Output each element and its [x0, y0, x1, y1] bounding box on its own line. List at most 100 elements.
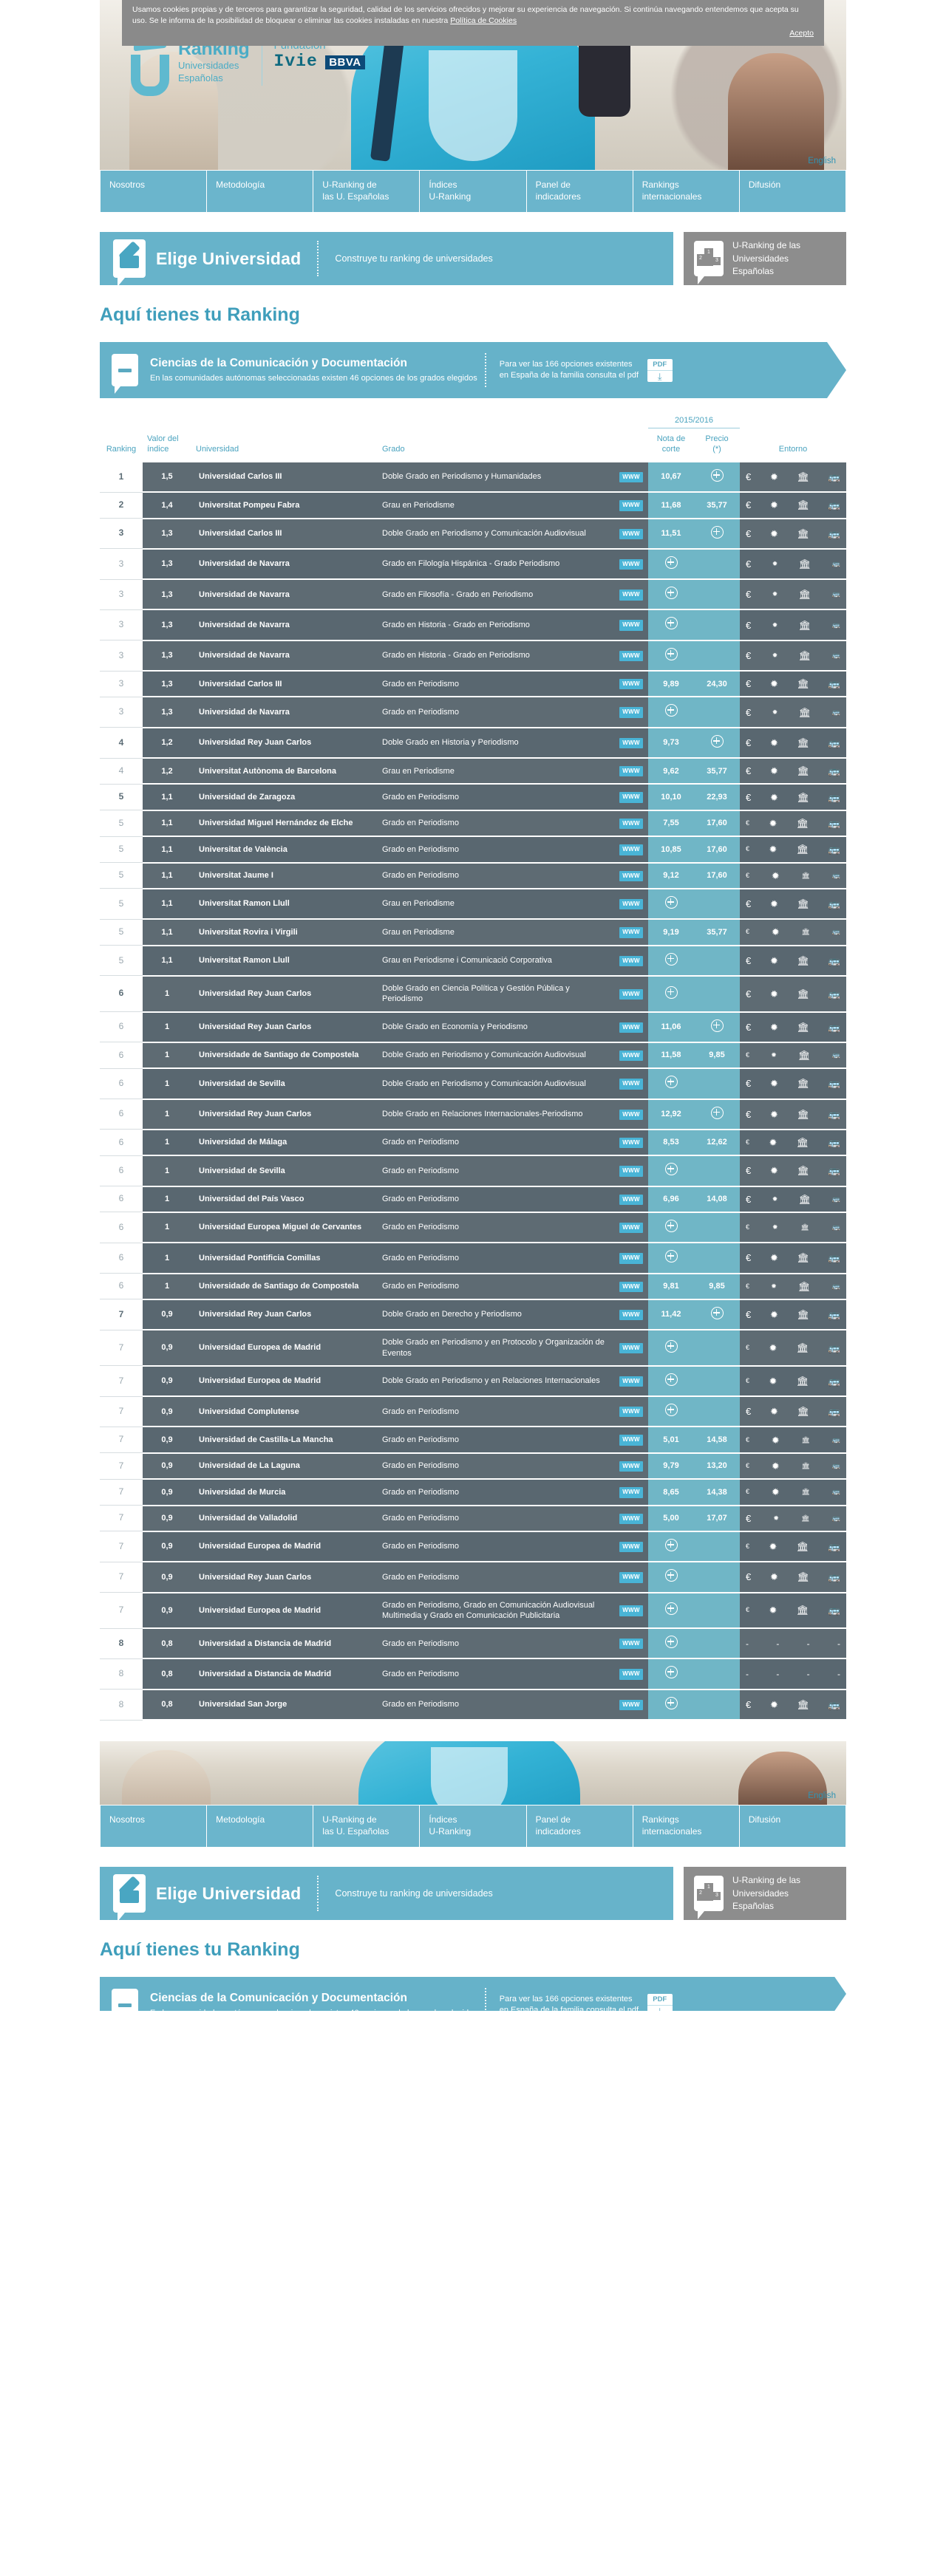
table-row[interactable]: 3 1,3 Universidad Carlos III Grado en Perio… — [100, 671, 846, 698]
collapse-minus-icon[interactable] — [112, 354, 138, 394]
expand-plus-icon[interactable] — [664, 587, 678, 600]
www-link-badge[interactable]: WWW — [619, 650, 643, 662]
table-row[interactable]: 6 1 Universidad de Málaga Grado en Periodis… — [100, 1129, 846, 1157]
cell-web-link[interactable]: WWW — [614, 1689, 648, 1721]
cell-web-link[interactable]: WWW — [614, 1042, 648, 1070]
www-link-badge[interactable]: WWW — [619, 1194, 643, 1205]
expand-plus-icon[interactable] — [664, 1339, 678, 1353]
expand-plus-icon[interactable] — [664, 1538, 678, 1551]
expand-plus-icon[interactable] — [664, 1636, 678, 1649]
table-row[interactable]: 5 1,1 Universitat Ramon Llull Grau en Perio… — [100, 888, 846, 920]
cell-nota-corte[interactable] — [648, 548, 694, 581]
cell-web-link[interactable]: WWW — [614, 888, 648, 920]
www-link-badge[interactable]: WWW — [619, 1407, 643, 1418]
expand-plus-icon[interactable] — [664, 647, 678, 660]
cell-nota-corte[interactable] — [648, 640, 694, 672]
table-row[interactable]: 6 1 Universidad Europea Miguel de Cervante… — [100, 1212, 846, 1244]
nav-item-u-ranking[interactable]: U-Ranking de las U. Españolas — [313, 171, 421, 213]
cell-web-link[interactable]: WWW — [614, 784, 648, 811]
cell-web-link[interactable]: WWW — [614, 919, 648, 946]
www-link-badge[interactable]: WWW — [619, 1699, 643, 1711]
cell-web-link[interactable]: WWW — [614, 548, 648, 581]
cell-precio[interactable] — [694, 1011, 740, 1043]
cell-nota-corte[interactable] — [648, 609, 694, 641]
cell-precio[interactable] — [694, 518, 740, 550]
cell-web-link[interactable]: WWW — [614, 1396, 648, 1428]
cell-nota-corte[interactable] — [648, 975, 694, 1013]
cell-nota-corte[interactable] — [648, 1068, 694, 1100]
cell-web-link[interactable]: WWW — [614, 1212, 648, 1244]
expand-plus-icon[interactable] — [664, 1666, 678, 1679]
cell-web-link[interactable]: WWW — [614, 1658, 648, 1690]
www-link-badge[interactable]: WWW — [619, 1513, 643, 1524]
cell-web-link[interactable]: WWW — [614, 462, 648, 493]
nav-item-nosotros[interactable]: Nosotros — [101, 171, 208, 213]
www-link-badge[interactable]: WWW — [619, 1079, 643, 1090]
table-row[interactable]: 6 1 Universidad Rey Juan Carlos Doble Grado… — [100, 1011, 846, 1043]
cell-web-link[interactable]: WWW — [614, 727, 648, 759]
table-row[interactable]: 7 0,9 Universidad Rey Juan Carlos Doble Gra… — [100, 1299, 846, 1331]
nav-item-panel[interactable]: Panel de indicadores — [527, 171, 633, 213]
table-row[interactable]: 3 1,3 Universidad de Navarra Grado en Perio… — [100, 697, 846, 728]
table-row[interactable]: 7 0,9 Universidad Europea de Madrid Grado e… — [100, 1531, 846, 1563]
cell-web-link[interactable]: WWW — [614, 1155, 648, 1187]
expand-plus-icon[interactable] — [710, 734, 724, 748]
table-row[interactable]: 8 0,8 Universidad a Distancia de Madrid Gra… — [100, 1658, 846, 1690]
table-row[interactable]: 7 0,9 Universidad de Valladolid Grado en Pe… — [100, 1505, 846, 1532]
www-link-badge[interactable]: WWW — [619, 792, 643, 803]
table-row[interactable]: 3 1,3 Universidad de Navarra Grado en Filol… — [100, 548, 846, 581]
cell-nota-corte[interactable] — [648, 579, 694, 611]
www-link-badge[interactable]: WWW — [619, 1342, 643, 1354]
cell-web-link[interactable]: WWW — [614, 697, 648, 728]
www-link-badge[interactable]: WWW — [619, 1541, 643, 1553]
table-row[interactable]: 7 0,9 Universidad Europea de Madrid Doble G… — [100, 1330, 846, 1367]
cell-web-link[interactable]: WWW — [614, 1531, 648, 1563]
www-link-badge[interactable]: WWW — [619, 620, 643, 631]
cell-nota-corte[interactable] — [648, 1155, 694, 1187]
cell-web-link[interactable]: WWW — [614, 1273, 648, 1300]
www-link-badge[interactable]: WWW — [619, 1435, 643, 1446]
table-row[interactable]: 5 1,1 Universitat Rovira i Virgili Grau en … — [100, 919, 846, 946]
www-link-badge[interactable]: WWW — [619, 955, 643, 967]
expand-plus-icon[interactable] — [710, 1306, 724, 1319]
www-link-badge[interactable]: WWW — [619, 844, 643, 855]
cell-nota-corte[interactable] — [648, 1628, 694, 1660]
footer-elige-universidad-banner[interactable]: Elige Universidad Construye tu ranking d… — [100, 1867, 673, 1922]
www-link-badge[interactable]: WWW — [619, 1572, 643, 1583]
table-row[interactable]: 7 0,9 Universidad Europea de Madrid Doble G… — [100, 1365, 846, 1398]
cell-web-link[interactable]: WWW — [614, 945, 648, 977]
cell-web-link[interactable]: WWW — [614, 1068, 648, 1100]
cell-nota-corte[interactable] — [648, 1396, 694, 1428]
expand-plus-icon[interactable] — [710, 468, 724, 482]
table-row[interactable]: 3 1,3 Universidad de Navarra Grado en Histo… — [100, 640, 846, 672]
cell-web-link[interactable]: WWW — [614, 492, 648, 519]
table-row[interactable]: 6 1 Universidade de Santiago de Compostela… — [100, 1042, 846, 1070]
cell-nota-corte[interactable] — [648, 1243, 694, 1274]
cell-web-link[interactable]: WWW — [614, 1479, 648, 1506]
table-row[interactable]: 3 1,3 Universidad de Navarra Grado en Filos… — [100, 579, 846, 611]
cell-nota-corte[interactable] — [648, 1592, 694, 1630]
cell-web-link[interactable]: WWW — [614, 518, 648, 550]
table-row[interactable]: 5 1,1 Universitat Jaume I Grado en Periodis… — [100, 862, 846, 889]
www-link-badge[interactable]: WWW — [619, 988, 643, 1000]
table-row[interactable]: 7 0,9 Universidad de La Laguna Grado en Per… — [100, 1452, 846, 1480]
cell-nota-corte[interactable] — [648, 1689, 694, 1721]
cell-nota-corte[interactable] — [648, 1531, 694, 1563]
www-link-badge[interactable]: WWW — [619, 1137, 643, 1149]
www-link-badge[interactable]: WWW — [619, 818, 643, 830]
footer-nav-item-panel[interactable]: Panel de indicadores — [527, 1805, 633, 1848]
www-link-badge[interactable]: WWW — [619, 1281, 643, 1292]
table-row[interactable]: 6 1 Universidad Pontificia Comillas Grado e… — [100, 1243, 846, 1274]
nav-item-indices[interactable]: Índices U-Ranking — [420, 171, 527, 213]
cell-web-link[interactable]: WWW — [614, 1562, 648, 1593]
www-link-badge[interactable]: WWW — [619, 898, 643, 910]
table-row[interactable]: 6 1 Universidad de Sevilla Doble Grado en P… — [100, 1068, 846, 1100]
table-row[interactable]: 6 1 Universidad de Sevilla Grado en Periodi… — [100, 1155, 846, 1187]
www-link-badge[interactable]: WWW — [619, 1109, 643, 1120]
www-link-badge[interactable]: WWW — [619, 1376, 643, 1387]
footer-nav-item-indices[interactable]: Índices U-Ranking — [420, 1805, 527, 1848]
cell-nota-corte[interactable] — [648, 697, 694, 728]
table-row[interactable]: 3 1,3 Universidad de Navarra Grado en Histo… — [100, 609, 846, 641]
footer-nav-item-internacionales[interactable]: Rankings internacionales — [633, 1805, 740, 1848]
www-link-badge[interactable]: WWW — [619, 471, 643, 483]
